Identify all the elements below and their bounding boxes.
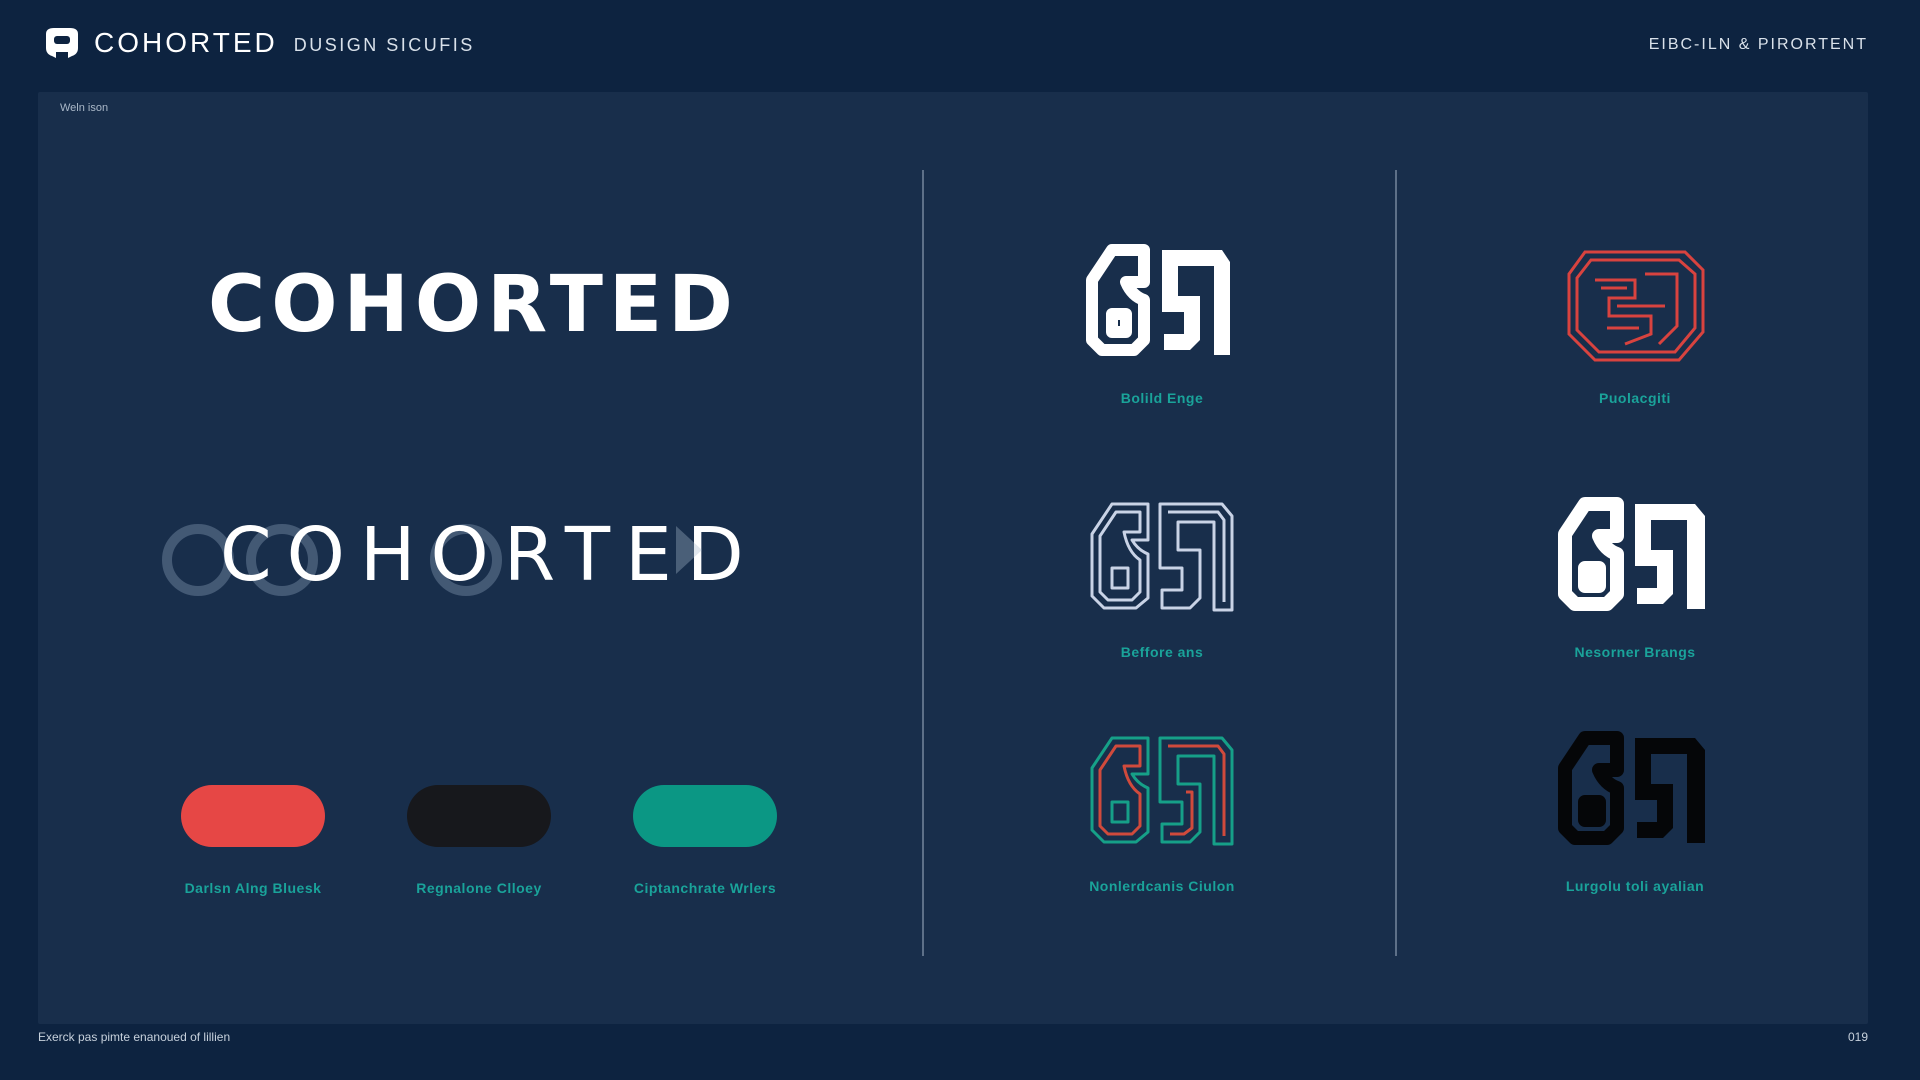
- swatch-label-teal: Ciptanchrate Wrlers: [633, 880, 777, 896]
- logo-mark-solid-white-2-icon: [1558, 497, 1705, 611]
- logo-variant-6-label: Lurgolu toli ayalian: [1565, 878, 1705, 894]
- logo-mark-outline-light-icon: [1090, 502, 1234, 612]
- header-bar: COHORTED DUSIGN SICUFIS EIBC-ILN & PIROR…: [0, 0, 1920, 90]
- wordmark-bold: COHORTED: [208, 260, 739, 350]
- page-number: 019: [1847, 1030, 1868, 1044]
- brand-subtitle: DUSIGN SICUFIS: [293, 34, 475, 55]
- logo-variant-5-label: Nonlerdcanis Ciulon: [1089, 878, 1235, 894]
- footer-caption: Exerck pas pimte enanoued of lillien: [38, 1030, 231, 1044]
- header-right-label: EIBC-ILN & PIRORTENT: [1648, 36, 1868, 53]
- ghost-arrow-icon: [676, 526, 702, 574]
- brand[interactable]: COHORTED DUSIGN SICUFIS: [42, 26, 475, 60]
- logo-variant-2-label: Puolacgiti: [1599, 390, 1671, 406]
- swatch-label-red: Darlsn Alng Bluesk: [184, 880, 322, 896]
- panel-label: Weln ison: [60, 102, 109, 114]
- presentation-panel: Weln ison COHORTED COHORTED Darlsn Alng …: [38, 92, 1868, 1024]
- logo-variant-3-label: Beffore ans: [1120, 644, 1204, 660]
- swatch-black[interactable]: [407, 785, 551, 847]
- logo-variant-1-label: Bolild Enge: [1120, 390, 1204, 406]
- logo-mark-outline-red-icon: [1567, 250, 1705, 362]
- column-divider-2: [1395, 170, 1397, 956]
- logo-variant-5[interactable]: Nonlerdcanis Ciulon: [1012, 728, 1312, 928]
- swatch-red[interactable]: [181, 785, 325, 847]
- logo-variant-2[interactable]: Puolacgiti: [1485, 240, 1785, 440]
- logo-variant-4-label: Nesorner Brangs: [1574, 644, 1696, 660]
- swatch-teal[interactable]: [633, 785, 777, 847]
- logo-mark-solid-white-icon: [1086, 244, 1230, 356]
- logo-variant-3[interactable]: Beffore ans: [1012, 494, 1312, 694]
- logo-variant-6[interactable]: Lurgolu toli ayalian: [1485, 728, 1785, 928]
- brand-name: COHORTED: [94, 27, 278, 58]
- logo-mark-solid-black-icon: [1558, 731, 1705, 845]
- logo-variant-4[interactable]: Nesorner Brangs: [1485, 494, 1785, 694]
- logo-variant-1[interactable]: Bolild Enge: [1012, 240, 1312, 440]
- column-divider-1: [922, 170, 924, 956]
- brand-logo-icon: [46, 28, 78, 58]
- wordmark-light-group: COHORTED: [148, 512, 744, 602]
- logo-mark-outline-green-red-icon: [1090, 736, 1234, 846]
- swatch-label-black: Regnalone Clloey: [416, 880, 542, 896]
